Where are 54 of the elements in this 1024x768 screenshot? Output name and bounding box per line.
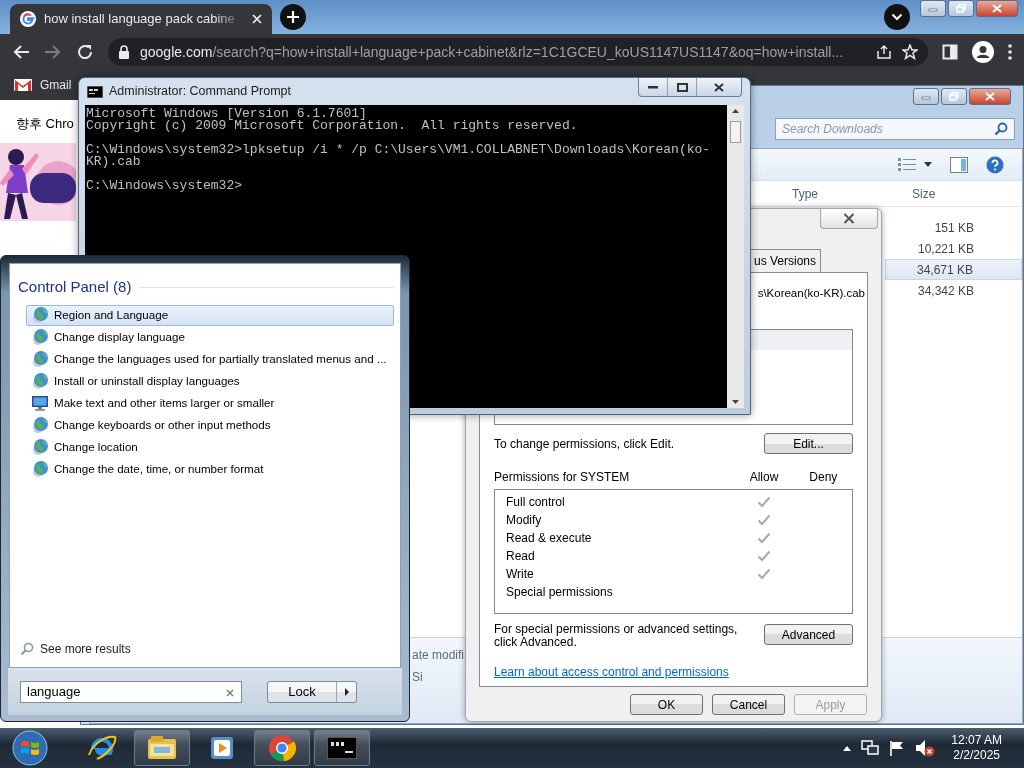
tab[interactable]: us Versions: [749, 249, 822, 272]
search-result[interactable]: Change the languages used for partially translated menus and ...: [26, 348, 394, 370]
url-text: google.com/search?q=how+install+language+pack+cabinet&rlz=1C1GCEU_koUS1147US1147&oq=how+install...: [140, 42, 845, 62]
hint-text: To change permissions, click Edit.: [494, 435, 675, 453]
clock[interactable]: 12:07 AM 2/2/2025: [951, 733, 1002, 763]
search-result[interactable]: Change display language: [26, 326, 394, 348]
column-header: Allow: [748, 469, 780, 487]
size-text: 151 KB: [934, 219, 974, 237]
edit-button[interactable]: Edit...: [764, 433, 853, 455]
permission-name: Full control: [506, 494, 566, 512]
help-link[interactable]: Learn about access control and permissions: [494, 663, 729, 682]
page-text: 향후 Chro: [16, 115, 74, 133]
advanced-button[interactable]: Advanced: [764, 624, 853, 646]
section-heading: Control Panel (8): [18, 276, 394, 299]
file-row[interactable]: 151 KB: [885, 217, 1022, 238]
column-header[interactable]: Type: [792, 184, 912, 203]
console-line: Microsoft Windows [Version 6.1.7601]: [86, 108, 367, 120]
search-result[interactable]: Change location: [26, 436, 394, 458]
column-header: Deny: [808, 469, 839, 487]
permission-name: Special permissions: [506, 584, 614, 602]
search-result[interactable]: Region and Language: [26, 304, 394, 326]
bookmark[interactable]: Gmail: [14, 76, 72, 94]
hint-text: For special permissions or advanced settings, click Advanced.: [494, 623, 739, 650]
tab-title: how install language pack cabine: [44, 10, 236, 29]
search-result[interactable]: Install or uninstall display languages: [26, 370, 394, 392]
address-bar[interactable]: google.com/search?q=how+install+language+pack+cabinet&rlz=1C1GCEU_koUS1147US1147&oq=how+install...: [108, 38, 928, 66]
cancel-button[interactable]: Cancel: [712, 694, 785, 715]
permission-name: Write: [506, 566, 535, 584]
see-more-link[interactable]: See more results: [18, 640, 394, 667]
size-text: 34,671 KB: [916, 261, 973, 279]
console-line: C:\Windows\system32>: [86, 180, 244, 192]
permission-name: Read & execute: [506, 530, 593, 548]
search-field[interactable]: language: [20, 680, 242, 703]
search-result[interactable]: Change the date, time, or number format: [26, 458, 394, 480]
size-text: 34,342 KB: [917, 282, 974, 300]
file-row[interactable]: 34,342 KB: [885, 280, 1022, 301]
console-line: C:\Windows\system32>lpksetup /i * /p C:\Users\VM1.COLLABNET\Downloads\Korean(ko-: [86, 144, 712, 156]
permissions-label: Permissions for SYSTEM: [494, 469, 631, 487]
file-row[interactable]: 34,671 KB: [885, 259, 1022, 280]
search-result[interactable]: Make text and other items larger or smaller: [26, 392, 394, 414]
file-path: s\Korean(ko-KR).cab: [757, 286, 865, 301]
size-text: 10,221 KB: [917, 240, 974, 258]
file-row[interactable]: 10,221 KB: [885, 238, 1022, 259]
window-title: Administrator: Command Prompt: [109, 83, 292, 101]
browser-tab[interactable]: how install language pack cabine: [10, 4, 272, 34]
permission-name: Modify: [506, 512, 543, 530]
console-line: KR).cab: [86, 156, 141, 168]
column-header[interactable]: Size: [912, 184, 936, 203]
details-text: ate modifi: [412, 647, 465, 664]
permission-name: Read: [506, 548, 536, 566]
console-line: Copyright (c) 2009 Microsoft Corporation. All rights reserved.: [86, 120, 579, 132]
ok-button[interactable]: OK: [630, 694, 703, 715]
details-text: Si: [412, 669, 423, 686]
search-result[interactable]: Change keyboards or other input methods: [26, 414, 394, 436]
